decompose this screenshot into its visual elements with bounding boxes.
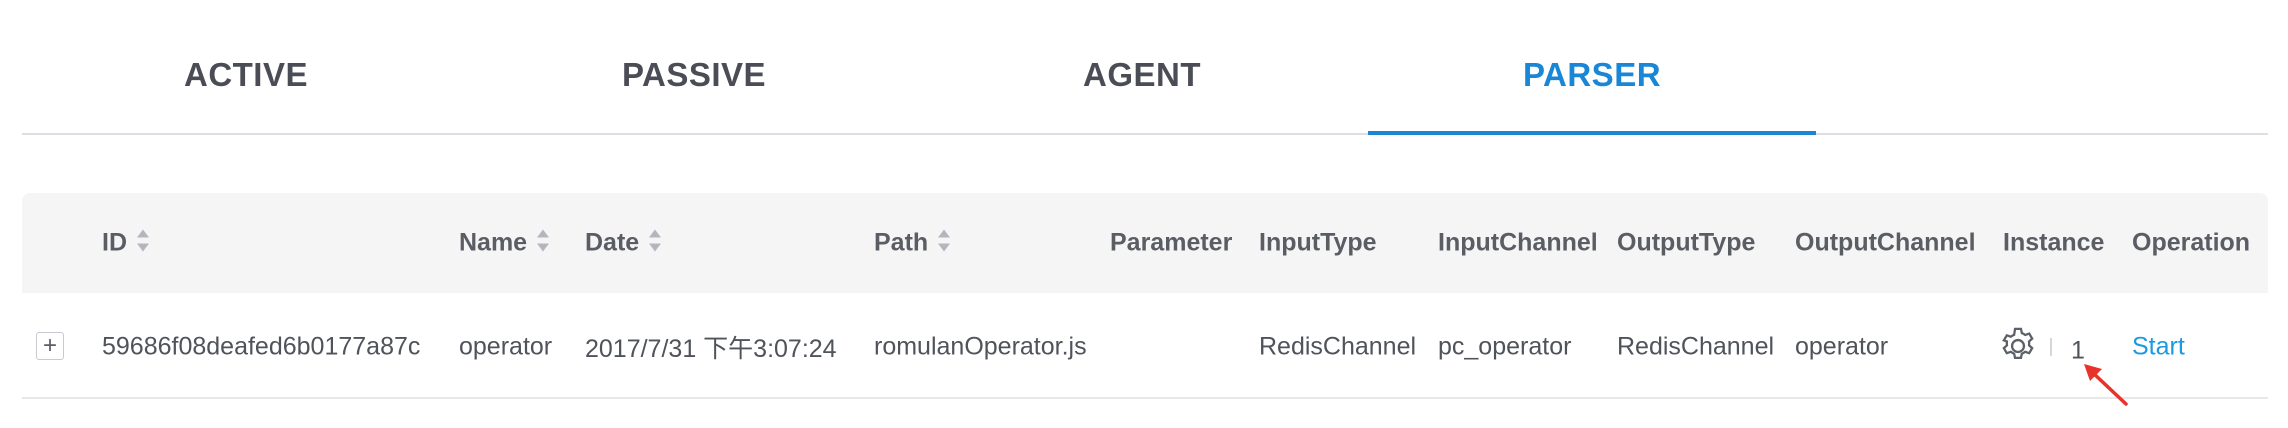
column-header-operation: Operation <box>2132 228 2251 257</box>
tab-agent[interactable]: AGENT <box>918 30 1366 133</box>
tab-active[interactable]: ACTIVE <box>22 30 470 133</box>
sort-icon[interactable] <box>649 229 662 252</box>
cell-id: 59686f08deafed6b0177a87c <box>102 332 421 361</box>
tab-parser[interactable]: PARSER <box>1368 30 1816 135</box>
cell-name: operator <box>459 332 553 361</box>
column-header-input-type: InputType <box>1259 228 1377 257</box>
column-label-path: Path <box>874 228 929 257</box>
column-header-instance: Instance <box>2003 228 2105 257</box>
sort-icon[interactable] <box>137 229 149 252</box>
cell-output-type: RedisChannel <box>1617 332 1775 361</box>
sort-icon[interactable] <box>537 229 550 252</box>
cell-input-channel: pc_operator <box>1438 332 1572 361</box>
gear-icon[interactable] <box>1997 325 2039 367</box>
column-header-name[interactable]: Name <box>459 228 550 258</box>
cell-input-type: RedisChannel <box>1259 332 1417 361</box>
column-header-output-channel: OutputChannel <box>1795 228 1976 257</box>
cell-date: 2017/7/31 下午3:07:24 <box>585 335 837 363</box>
column-header-parameter: Parameter <box>1110 228 1233 257</box>
instance-divider <box>2050 338 2052 356</box>
sort-icon[interactable] <box>938 229 951 252</box>
column-header-path[interactable]: Path <box>874 228 951 258</box>
annotation-arrow-icon <box>2084 364 2128 406</box>
cell-path: romulanOperator.js <box>874 332 1087 361</box>
column-header-input-channel: InputChannel <box>1438 228 1598 257</box>
parser-table: ID Name Date Path Parameter InputType In… <box>22 193 2268 403</box>
tab-passive[interactable]: PASSIVE <box>470 30 918 133</box>
column-label-date: Date <box>585 228 640 257</box>
start-button[interactable]: Start <box>2132 333 2185 362</box>
cell-output-channel: operator <box>1795 332 1889 361</box>
column-label-id: ID <box>102 228 127 257</box>
table-body: + 59686f08deafed6b0177a87c operator 2017… <box>22 293 2268 399</box>
expand-row-button[interactable]: + <box>36 332 64 360</box>
column-header-output-type: OutputType <box>1617 228 1756 257</box>
column-header-id[interactable]: ID <box>102 229 149 258</box>
column-label-name: Name <box>459 228 528 257</box>
table-header: ID Name Date Path Parameter InputType In… <box>22 193 2268 293</box>
tab-bar: ACTIVE PASSIVE AGENT PARSER <box>22 30 2268 135</box>
column-header-date[interactable]: Date <box>585 228 662 258</box>
